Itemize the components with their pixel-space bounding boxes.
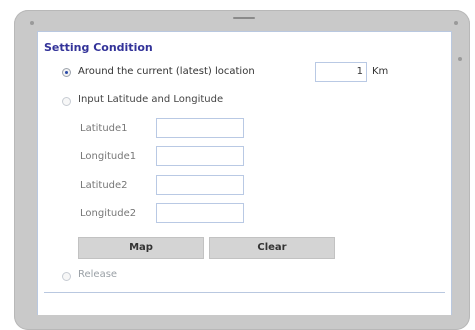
longitude2-label: Longitude2	[80, 208, 137, 219]
input-latlon-label: Input Latitude and Longitude	[78, 94, 224, 105]
map-button[interactable]: Map	[78, 237, 204, 259]
latitude2-input[interactable]	[156, 175, 244, 195]
longitude1-input[interactable]	[156, 146, 244, 166]
distance-input[interactable]: 1	[315, 62, 367, 82]
longitude2-input[interactable]	[156, 203, 244, 223]
release-radio[interactable]	[62, 272, 71, 281]
longitude1-label: Longitude1	[80, 151, 137, 162]
latitude2-label: Latitude2	[80, 180, 128, 191]
device-screw	[30, 21, 34, 25]
device-slot	[233, 17, 255, 19]
input-latlon-radio[interactable]	[62, 97, 71, 106]
distance-unit-label: Km	[372, 66, 389, 77]
around-location-label: Around the current (latest) location	[78, 66, 255, 77]
clear-button[interactable]: Clear	[209, 237, 335, 259]
panel-bottom-divider	[44, 292, 445, 293]
panel-title: Setting Condition	[44, 41, 153, 54]
latitude1-input[interactable]	[156, 118, 244, 138]
release-label: Release	[78, 269, 118, 280]
around-location-radio[interactable]	[62, 68, 71, 77]
setting-condition-panel: Setting Condition Around the current (la…	[37, 31, 452, 315]
device-screw	[454, 21, 458, 25]
device-indicator-light	[458, 57, 462, 61]
latitude1-label: Latitude1	[80, 123, 128, 134]
